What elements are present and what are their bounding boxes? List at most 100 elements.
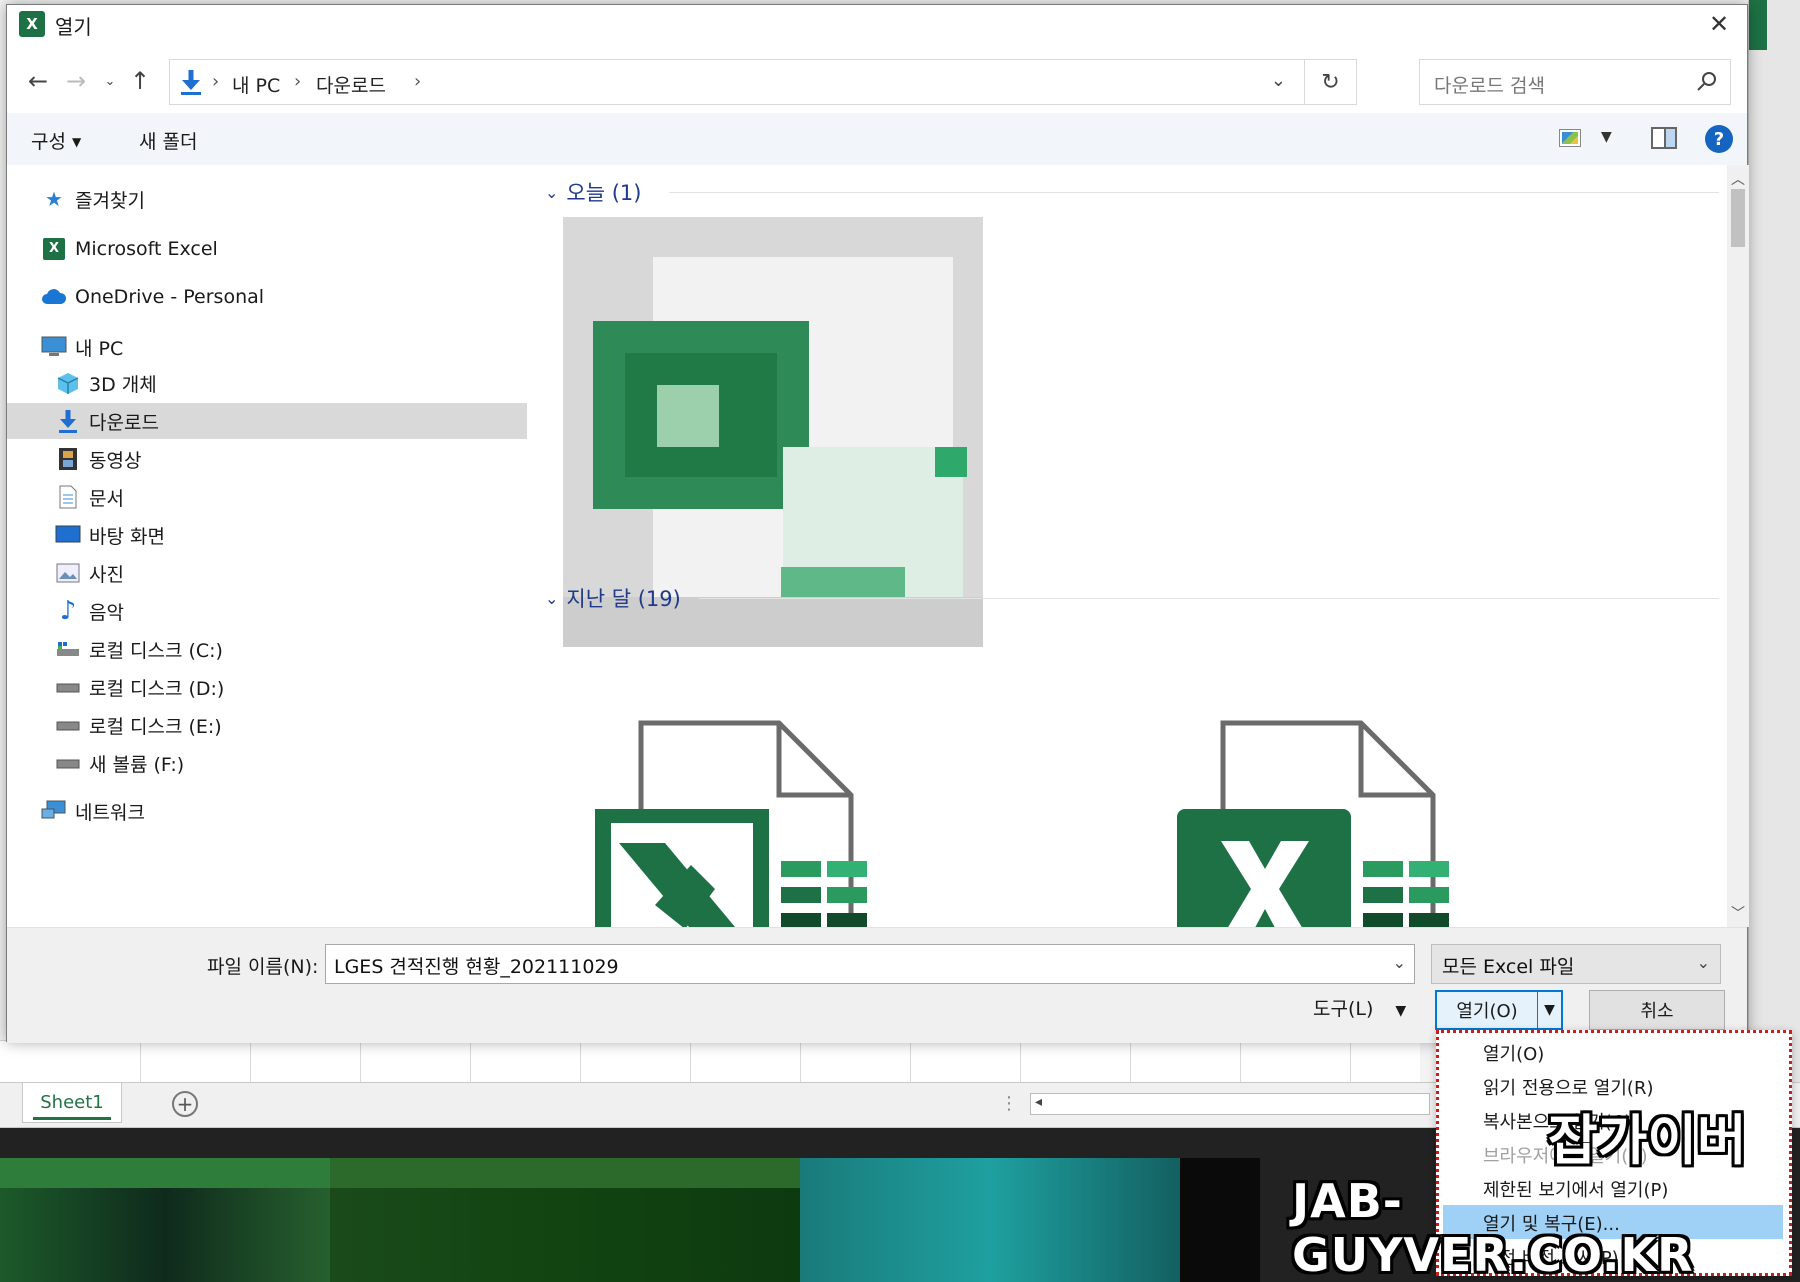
dialog-title: 열기 [55,15,92,39]
desktop-icon [55,522,81,548]
breadcrumb-separator: › [212,71,220,92]
sidebar-item-label: 내 PC [75,337,124,360]
excel-file-icon[interactable] [1177,719,1477,927]
address-dropdown-icon[interactable]: ⌄ [1271,70,1286,91]
up-arrow-icon[interactable]: ↑ [125,65,155,97]
vertical-scrollbar[interactable]: ︿ ﹀ [1727,165,1749,927]
filename-label: 파일 이름(N): [207,956,319,978]
sidebar-item-drive-c[interactable]: 로컬 디스크 (C:) [55,631,223,667]
caret-down-icon: ▼ [71,135,82,149]
caret-down-icon: ▼ [1395,1003,1407,1019]
sidebar-item-desktop[interactable]: 바탕 화면 [55,517,165,553]
group-label: 지난 달 (19) [566,587,681,611]
pane-splitter[interactable] [531,165,539,927]
chevron-down-icon[interactable]: ⌄ [1393,953,1406,972]
sidebar-item-label: 로컬 디스크 (E:) [89,715,222,738]
sheet-tab[interactable]: Sheet1 [22,1083,122,1123]
sidebar-item-drive-d[interactable]: 로컬 디스크 (D:) [55,669,224,705]
scrollbar-thumb[interactable] [1731,189,1745,247]
sidebar-item-my-pc[interactable]: 내 PC [41,329,123,365]
document-icon [55,484,81,510]
refresh-icon[interactable]: ↻ [1304,60,1356,104]
help-icon[interactable]: ? [1705,125,1733,153]
file-type-value: 모든 Excel 파일 [1442,956,1575,978]
recent-locations-chevron-icon[interactable]: ⌄ [95,65,125,97]
breadcrumb-separator: › [414,71,422,92]
add-sheet-icon[interactable]: + [172,1091,198,1117]
filename-value: LGES 견적진행 현황_202111029 [334,956,619,978]
drive-icon [55,674,81,700]
sidebar-item-label: Microsoft Excel [75,238,218,260]
open-split-dropdown-icon[interactable]: ▼ [1537,992,1561,1028]
chevron-down-icon: ⌄ [1696,953,1710,972]
file-list: ⌄ 오늘 (1) ⌄ 지난 달 (19) [539,165,1727,927]
download-icon [55,408,81,434]
watermark-korean: 잡가이버 [1548,1109,1747,1172]
open-button[interactable]: 열기(O) ▼ [1435,990,1563,1030]
breadcrumb-downloads[interactable]: 다운로드 [316,71,386,98]
excel-file-icon[interactable] [595,719,895,927]
sidebar-item-3d-objects[interactable]: 3D 개체 [55,365,157,401]
sidebar-item-network[interactable]: 네트워크 [41,793,145,829]
sidebar-item-label: 음악 [89,601,124,624]
sidebar-item-drive-e[interactable]: 로컬 디스크 (E:) [55,707,222,743]
view-caret-icon[interactable]: ▼ [1601,129,1612,145]
sidebar-item-label: OneDrive - Personal [75,286,265,308]
sidebar-item-music[interactable]: ♪ 음악 [55,593,124,629]
navigation-pane: ★ 즐겨찾기 X Microsoft Excel OneDrive - Pers… [7,165,527,927]
address-bar[interactable]: › 내 PC › 다운로드 › ⌄ ↻ [169,59,1357,105]
sidebar-item-label: 로컬 디스크 (D:) [89,677,225,700]
cloud-icon [41,284,67,310]
sidebar-item-label: 다운로드 [89,411,159,434]
music-icon: ♪ [59,596,77,626]
sidebar-item-pictures[interactable]: 사진 [55,555,124,591]
drive-icon [55,750,81,776]
sidebar-item-label: 즐겨찾기 [75,189,145,212]
sidebar-item-favorites[interactable]: ★ 즐겨찾기 [41,181,145,217]
group-header-today[interactable]: ⌄ 오늘 (1) [545,175,641,209]
sidebar-item-onedrive[interactable]: OneDrive - Personal [41,279,264,315]
search-input[interactable]: 다운로드 검색 [1434,71,1545,98]
navigation-bar: ← → ⌄ ↑ › 내 PC › 다운로드 › ⌄ ↻ 다운로드 검색 [7,55,1747,111]
scroll-up-icon[interactable]: ︿ [1727,169,1749,189]
title-bar: X 열기 ✕ [7,5,1747,43]
sidebar-item-downloads[interactable]: 다운로드 [7,403,527,439]
excel-horizontal-scrollbar[interactable] [1030,1093,1430,1115]
sidebar-item-label: 네트워크 [75,801,145,824]
back-arrow-icon[interactable]: ← [23,65,53,97]
sidebar-item-label: 동영상 [89,449,142,472]
filename-input[interactable]: LGES 견적진행 현황_202111029 ⌄ [325,944,1415,984]
menu-item-open[interactable]: 열기(O) [1483,1037,1544,1069]
network-icon [41,798,67,824]
sidebar-item-excel[interactable]: X Microsoft Excel [41,231,218,267]
scroll-down-icon[interactable]: ﹀ [1727,903,1749,923]
new-folder-button[interactable]: 새 폴더 [139,127,197,154]
breadcrumb-my-pc[interactable]: 내 PC [232,71,280,98]
open-file-dialog: X 열기 ✕ ← → ⌄ ↑ › 내 PC › 다운로드 › ⌄ ↻ 다운로드 … [6,4,1749,1043]
open-label: 열기(O) [1456,1001,1518,1022]
forward-arrow-icon[interactable]: → [61,65,91,97]
sidebar-item-documents[interactable]: 문서 [55,479,124,515]
excel-right-edge [1748,0,1800,1082]
view-options-icon[interactable] [1559,129,1581,147]
chevron-down-icon: ⌄ [545,182,559,202]
sidebar-item-drive-f[interactable]: 새 볼륨 (F:) [55,745,184,781]
search-icon[interactable] [1696,70,1718,92]
drive-c-icon [55,636,81,662]
organize-button[interactable]: 구성 ▼ [31,127,81,154]
sidebar-item-videos[interactable]: 동영상 [55,441,141,477]
chevron-down-icon: ⌄ [545,588,559,608]
tools-button[interactable]: 도구(L) ▼ [1313,994,1406,1021]
film-icon [55,446,81,472]
file-type-select[interactable]: 모든 Excel 파일 ⌄ [1431,944,1721,984]
scroll-split-handle[interactable]: ⋮ [1000,1093,1018,1114]
picture-icon [55,560,81,586]
group-header-last-month[interactable]: ⌄ 지난 달 (19) [545,581,681,615]
search-box[interactable]: 다운로드 검색 [1419,59,1731,105]
preview-pane-icon[interactable] [1651,127,1677,149]
excel-icon: X [41,236,67,262]
cancel-button[interactable]: 취소 [1589,990,1725,1030]
close-button[interactable]: ✕ [1701,7,1737,41]
excel-grid [0,1040,1420,1083]
breadcrumb-separator: › [294,71,302,92]
